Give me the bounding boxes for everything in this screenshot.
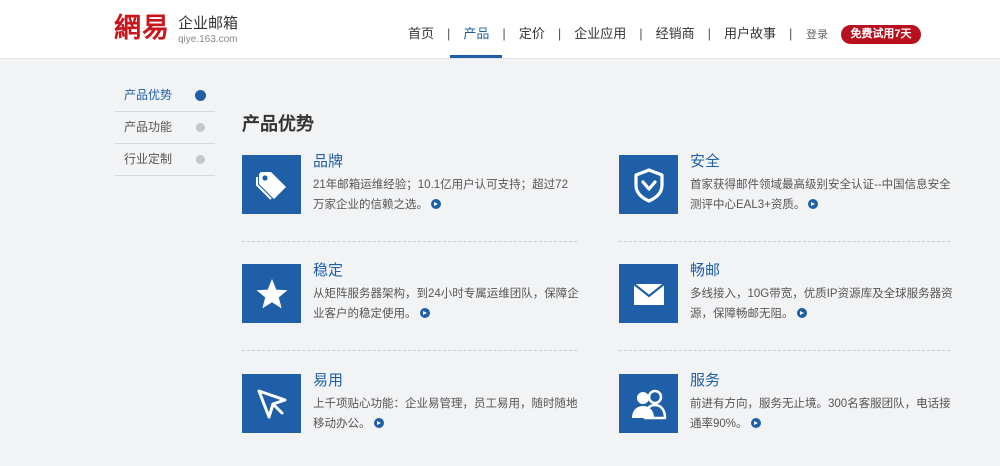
more-arrow-icon[interactable]	[750, 418, 761, 428]
feature-title: 品牌	[313, 153, 344, 170]
more-arrow-icon[interactable]	[808, 199, 819, 209]
more-arrow-icon[interactable]	[419, 308, 430, 318]
row-divider	[242, 350, 577, 351]
cursor-icon	[242, 374, 301, 433]
feature-title: 易用	[313, 372, 344, 389]
row-divider	[619, 350, 950, 351]
sidebar-item-label: 产品优势	[124, 88, 173, 102]
dot-icon	[196, 155, 205, 164]
star-icon	[242, 264, 301, 323]
tag-icon	[242, 155, 301, 214]
active-dot-icon	[195, 90, 206, 101]
envelope-icon	[619, 264, 678, 323]
main-nav: 首页 | 产品 | 定价 | 企业应用 | 经销商 | 用户故事 |	[395, 0, 792, 58]
feature-desc: 21年邮箱运维经验；10.1亿用户认可支持；超过72万家企业的信赖之选。	[313, 179, 568, 211]
feature-desc: 上千项贴心功能：企业易管理，员工易用，随时随地移动办公。	[313, 398, 578, 430]
feature-title: 服务	[690, 372, 721, 389]
feature-desc: 首家获得邮件领域最高级别安全认证--中国信息安全测评中心EAL3+资质。	[690, 179, 951, 211]
sidebar-item-label: 行业定制	[124, 152, 173, 166]
nav-item-dealers[interactable]: 经销商	[643, 0, 708, 58]
shield-icon	[619, 155, 678, 214]
more-arrow-icon[interactable]	[373, 418, 384, 428]
feature-desc: 从矩阵服务器架构，到24小时专属运维团队，保障企业客户的稳定使用。	[313, 288, 579, 320]
feature-service: 服务 前进有方向，服务无止境。300名客服团队，电话接通率90%。	[619, 372, 959, 436]
feature-stability: 稳定 从矩阵服务器架构，到24小时专属运维团队，保障企业客户的稳定使用。	[242, 262, 582, 326]
feature-desc: 前进有方向，服务无止境。300名客服团队，电话接通率90%。	[690, 398, 951, 430]
nav-item-home[interactable]: 首页	[395, 0, 447, 58]
logo-domain: qiye.163.com	[178, 34, 238, 45]
sidebar-item-industry-custom[interactable]: 行业定制	[115, 144, 215, 176]
sidebar: 产品优势 产品功能 行业定制	[115, 80, 215, 176]
dot-icon	[196, 123, 205, 132]
feature-title: 稳定	[313, 262, 344, 279]
feature-desc: 多线接入，10G带宽，优质IP资源库及全球服务器资源，保障畅邮无阻。	[690, 288, 953, 320]
top-header: 網易 企业邮箱 qiye.163.com 首页 | 产品 | 定价 | 企业应用…	[0, 0, 1000, 59]
feature-brand: 品牌 21年邮箱运维经验；10.1亿用户认可支持；超过72万家企业的信赖之选。	[242, 153, 582, 217]
page-title: 产品优势	[242, 114, 314, 134]
more-arrow-icon[interactable]	[796, 308, 807, 318]
nav-item-product[interactable]: 产品	[450, 0, 503, 58]
feature-security: 安全 首家获得邮件领域最高级别安全认证--中国信息安全测评中心EAL3+资质。	[619, 153, 959, 217]
feature-title: 畅邮	[690, 262, 721, 279]
login-link[interactable]: 登录	[806, 28, 828, 42]
row-divider	[242, 241, 577, 242]
logo-mark: 網易	[114, 13, 170, 44]
logo-title: 企业邮箱	[178, 15, 239, 32]
users-icon	[619, 374, 678, 433]
feature-title: 安全	[690, 153, 721, 170]
row-divider	[619, 241, 950, 242]
nav-separator: |	[789, 26, 793, 41]
free-trial-button[interactable]: 免费试用7天	[841, 25, 921, 44]
feature-smooth-mail: 畅邮 多线接入，10G带宽，优质IP资源库及全球服务器资源，保障畅邮无阻。	[619, 262, 959, 326]
nav-item-user-stories[interactable]: 用户故事	[711, 0, 789, 58]
nav-item-pricing[interactable]: 定价	[506, 0, 558, 58]
sidebar-item-product-features[interactable]: 产品功能	[115, 112, 215, 144]
sidebar-item-product-advantages[interactable]: 产品优势	[115, 80, 215, 112]
sidebar-item-label: 产品功能	[124, 120, 173, 134]
nav-item-enterprise-apps[interactable]: 企业应用	[561, 0, 639, 58]
more-arrow-icon[interactable]	[431, 199, 441, 209]
feature-easy-to-use: 易用 上千项贴心功能：企业易管理，员工易用，随时随地移动办公。	[242, 372, 582, 436]
